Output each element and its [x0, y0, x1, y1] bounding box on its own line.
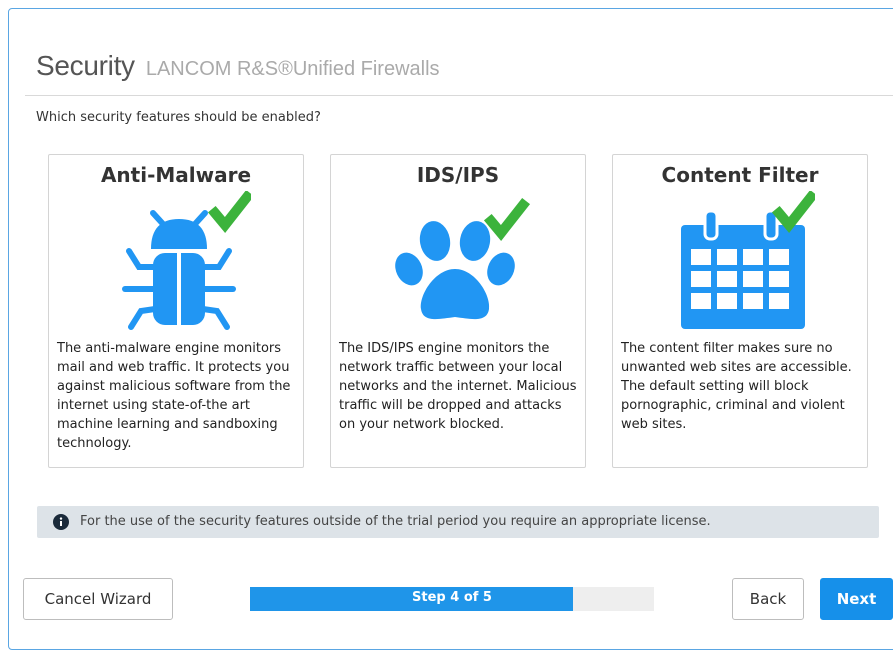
bug-icon: [122, 191, 251, 330]
progress-label: Step 4 of 5: [412, 590, 492, 605]
feature-card-title: IDS/IPS: [416, 163, 500, 187]
page-title-main: Security: [36, 50, 135, 81]
feature-card-title: Anti-Malware: [100, 163, 252, 187]
license-info-bar: For the use of the security features out…: [37, 506, 879, 538]
feature-card-anti-malware[interactable]: Anti-Malware The anti-malware engine mon…: [48, 154, 304, 468]
title-divider: [25, 95, 893, 96]
cancel-wizard-button[interactable]: Cancel Wizard: [23, 578, 173, 620]
check-icon: [207, 191, 251, 233]
feature-card-description: The content filter makes sure no unwante…: [621, 341, 852, 432]
paw-icon: [395, 197, 531, 320]
check-icon: [483, 197, 531, 241]
wizard-progress-bar: Step 4 of 5: [250, 587, 654, 611]
feature-card-ids-ips[interactable]: IDS/IPS The IDS/IPS engine monitors the …: [330, 154, 586, 468]
feature-card-title: Content Filter: [661, 163, 819, 187]
check-icon: [771, 191, 815, 233]
page-title-product: LANCOM R&S®Unified Firewalls: [145, 58, 440, 80]
back-button[interactable]: Back: [732, 578, 804, 620]
page-title: Security LANCOM R&S®Unified Firewalls: [36, 50, 440, 82]
feature-card-description: The IDS/IPS engine monitors the network …: [339, 341, 577, 432]
next-button[interactable]: Next: [820, 578, 893, 620]
question-text: Which security features should be enable…: [36, 110, 321, 125]
feature-card-content-filter[interactable]: Content Filter The content filter makes …: [612, 154, 868, 468]
feature-card-description: The anti-malware engine monitors mail an…: [57, 341, 291, 451]
info-circle-icon: [53, 514, 69, 530]
calendar-icon: [681, 191, 815, 329]
license-info-text: For the use of the security features out…: [80, 514, 711, 529]
